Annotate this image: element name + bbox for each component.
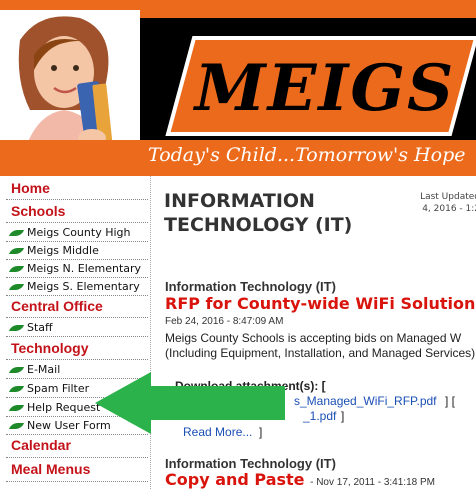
site-banner: MEIGS Today's Child...Tomorrow's Hope	[0, 0, 476, 176]
leaf-icon	[8, 283, 25, 290]
nav-schools[interactable]: Schools	[11, 203, 65, 219]
leaf-icon	[8, 265, 25, 272]
nav-item-meigs-county-high[interactable]: Meigs County High	[8, 226, 131, 239]
attachment-separator: ] [	[445, 394, 456, 408]
divider	[6, 277, 148, 278]
leaf-icon	[8, 247, 25, 254]
nav-item-help-request[interactable]: Help Request	[8, 401, 101, 414]
divider	[6, 199, 148, 200]
nav-item-spam-filter[interactable]: Spam Filter	[8, 382, 90, 395]
leaf-icon	[8, 385, 25, 392]
attachment-link-rfp[interactable]: s_Managed_WiFi_RFP.pdf	[294, 394, 437, 408]
nav-central-office[interactable]: Central Office	[11, 298, 103, 314]
tagline: Today's Child...Tomorrow's Hope	[148, 144, 466, 166]
main-content: INFORMATION TECHNOLOGY (IT) Last Updated…	[151, 176, 476, 489]
post-date: Feb 24, 2016 - 8:47:09 AM	[165, 316, 284, 327]
nav-home[interactable]: Home	[11, 180, 50, 196]
meigs-logo: MEIGS	[165, 36, 476, 136]
nav-meal-menus[interactable]: Meal Menus	[11, 461, 90, 477]
nav-item-label: Staff	[27, 321, 53, 334]
divider	[6, 336, 148, 337]
leaf-icon	[8, 366, 25, 373]
post-category[interactable]: Information Technology (IT)	[165, 279, 336, 294]
leaf-icon	[8, 404, 25, 411]
leaf-icon	[8, 324, 25, 331]
divider	[6, 241, 148, 242]
arrow-pointer-icon	[95, 372, 285, 434]
leaf-icon	[8, 229, 25, 236]
page-title-line: TECHNOLOGY (IT)	[164, 214, 353, 236]
last-updated: Last Updated 4, 2016 - 1:2	[400, 191, 476, 215]
page-title-line: INFORMATION	[164, 190, 315, 212]
nav-item-label: Meigs S. Elementary	[27, 280, 140, 293]
last-updated-label: Last Updated	[420, 192, 476, 202]
nav-item-label: E-Mail	[27, 363, 61, 376]
divider	[6, 222, 148, 223]
leaf-icon	[8, 422, 25, 429]
nav-technology[interactable]: Technology	[11, 340, 89, 356]
post-category[interactable]: Information Technology (IT)	[165, 456, 336, 471]
divider	[6, 295, 148, 296]
post-headline[interactable]: RFP for County-wide WiFi Solution	[165, 294, 475, 313]
nav-item-label: Meigs County High	[27, 226, 131, 239]
nav-item-meigs-s-elementary[interactable]: Meigs S. Elementary	[8, 280, 140, 293]
page-title: INFORMATION TECHNOLOGY (IT)	[164, 189, 384, 237]
sidebar-nav: Home Schools Meigs County High Meigs Mid…	[0, 176, 151, 489]
divider	[6, 359, 148, 360]
nav-item-email[interactable]: E-Mail	[8, 363, 61, 376]
nav-item-label: Spam Filter	[27, 382, 90, 395]
last-updated-value: 4, 2016 - 1:2	[422, 204, 476, 214]
nav-item-label: Meigs Middle	[27, 244, 99, 257]
post-date: - Nov 17, 2011 - 3:41:18 PM	[310, 477, 435, 488]
nav-calendar[interactable]: Calendar	[11, 437, 71, 453]
nav-item-staff[interactable]: Staff	[8, 321, 53, 334]
divider	[6, 317, 148, 318]
attachment-link-2[interactable]: _1.pdf	[303, 409, 336, 423]
nav-item-meigs-n-elementary[interactable]: Meigs N. Elementary	[8, 262, 142, 275]
logo-text: MEIGS	[193, 51, 455, 126]
divider	[6, 259, 148, 260]
post-body: Meigs County Schools is accepting bids o…	[165, 331, 476, 360]
post-headline[interactable]: Copy and Paste - Nov 17, 2011 - 3:41:18 …	[165, 470, 435, 489]
attachment-close: ]	[341, 409, 345, 423]
nav-item-label: Help Request	[27, 401, 101, 414]
divider	[6, 457, 148, 458]
divider	[6, 481, 148, 482]
nav-item-label: Meigs N. Elementary	[27, 262, 142, 275]
post-headline-text[interactable]: Copy and Paste	[165, 470, 305, 489]
nav-item-meigs-middle[interactable]: Meigs Middle	[8, 244, 99, 257]
